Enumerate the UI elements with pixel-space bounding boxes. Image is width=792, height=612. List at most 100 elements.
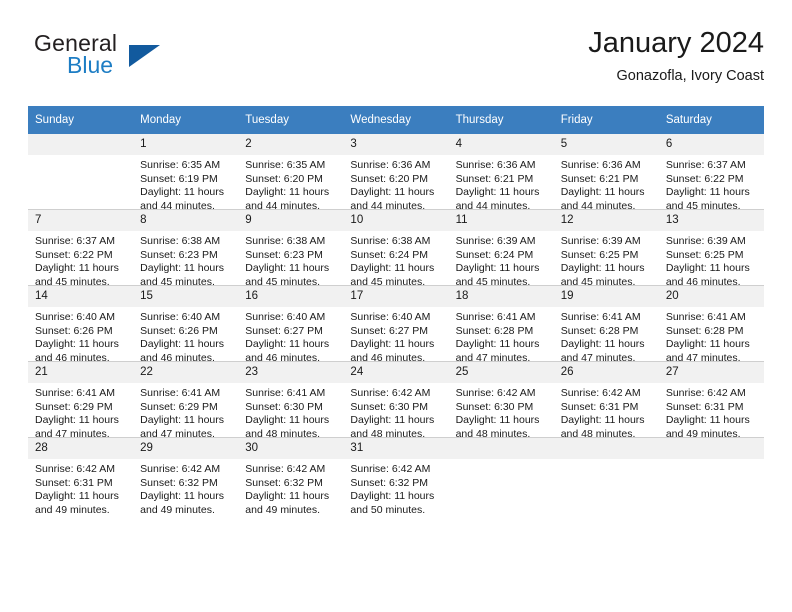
page-title: January 2024 xyxy=(588,27,764,59)
day-number: 5 xyxy=(553,134,659,155)
sunrise-text: Sunrise: 6:42 AM xyxy=(140,463,221,475)
day-cell[interactable] xyxy=(553,437,659,513)
weekday-header-sunday: Sunday xyxy=(28,106,134,134)
logo-triangle-icon xyxy=(129,45,160,67)
day-number: 21 xyxy=(28,362,134,383)
calendar-week-row: 7 Sunrise: 6:37 AM Sunset: 6:22 PM Daylight… xyxy=(28,209,764,288)
day-number: 19 xyxy=(553,286,659,307)
day-cell[interactable]: 24 Sunrise: 6:42 AM Sunset: 6:30 PM Dayligh… xyxy=(343,361,449,440)
sunrise-text: Sunrise: 6:40 AM xyxy=(140,311,221,323)
day-cell[interactable]: 26 Sunrise: 6:42 AM Sunset: 6:31 PM Dayligh… xyxy=(553,361,659,440)
day-cell[interactable]: 5 Sunrise: 6:36 AM Sunset: 6:21 PM Daylight… xyxy=(553,134,659,212)
sunset-text: Sunset: 6:27 PM xyxy=(245,324,323,337)
daylight-text-line1: Daylight: 11 hours xyxy=(455,262,540,275)
sunset-text: Sunset: 6:24 PM xyxy=(350,248,429,261)
day-cell[interactable]: 31 Sunrise: 6:42 AM Sunset: 6:32 PM Dayligh… xyxy=(343,437,449,516)
day-cell[interactable]: 19 Sunrise: 6:41 AM Sunset: 6:28 PM Dayligh… xyxy=(553,285,659,364)
day-number: 3 xyxy=(343,134,449,155)
day-cell[interactable]: 6 Sunrise: 6:37 AM Sunset: 6:22 PM Daylight… xyxy=(658,134,764,212)
daylight-text-line1: Daylight: 11 hours xyxy=(140,186,224,199)
sunrise-text: Sunrise: 6:36 AM xyxy=(350,159,431,171)
day-number: 9 xyxy=(238,210,344,231)
daylight-text-line1: Daylight: 11 hours xyxy=(560,338,645,351)
sunset-text: Sunset: 6:25 PM xyxy=(665,248,744,261)
sunset-text: Sunset: 6:31 PM xyxy=(560,400,639,413)
sunrise-text: Sunrise: 6:38 AM xyxy=(350,235,431,247)
day-number: 14 xyxy=(28,286,134,307)
sunrise-text: Sunrise: 6:41 AM xyxy=(35,387,115,399)
sunrise-text: Sunrise: 6:42 AM xyxy=(350,387,431,399)
day-number: 6 xyxy=(658,134,764,155)
day-cell[interactable]: 21 Sunrise: 6:41 AM Sunset: 6:29 PM Dayligh… xyxy=(28,361,134,440)
daylight-text-line1: Daylight: 11 hours xyxy=(35,414,119,427)
day-cell[interactable]: 10 Sunrise: 6:38 AM Sunset: 6:24 PM Dayligh… xyxy=(343,209,449,288)
day-cell[interactable]: 15 Sunrise: 6:40 AM Sunset: 6:26 PM Dayligh… xyxy=(133,285,239,364)
day-cell[interactable]: 2 Sunrise: 6:35 AM Sunset: 6:20 PM Daylight… xyxy=(238,134,344,212)
day-cell[interactable]: 28 Sunrise: 6:42 AM Sunset: 6:31 PM Dayligh… xyxy=(28,437,134,516)
day-number: 17 xyxy=(343,286,449,307)
page-header: General Blue January 2024 Gonazofla, Ivo… xyxy=(28,26,764,98)
sunset-text: Sunset: 6:22 PM xyxy=(665,172,744,185)
day-cell[interactable]: 22 Sunrise: 6:41 AM Sunset: 6:29 PM Dayligh… xyxy=(133,361,239,440)
sunset-text: Sunset: 6:20 PM xyxy=(245,172,323,185)
day-cell[interactable]: 3 Sunrise: 6:36 AM Sunset: 6:20 PM Daylight… xyxy=(343,134,449,212)
day-cell[interactable]: 14 Sunrise: 6:40 AM Sunset: 6:26 PM Dayligh… xyxy=(28,285,134,364)
sunrise-text: Sunrise: 6:41 AM xyxy=(245,387,326,399)
sunrise-text: Sunrise: 6:40 AM xyxy=(350,311,431,323)
sunset-text: Sunset: 6:21 PM xyxy=(560,172,639,185)
general-blue-logo[interactable]: General Blue xyxy=(34,30,234,92)
day-number: 30 xyxy=(238,438,344,459)
sunrise-text: Sunrise: 6:38 AM xyxy=(140,235,221,247)
day-cell[interactable]: 20 Sunrise: 6:41 AM Sunset: 6:28 PM Dayligh… xyxy=(658,285,764,364)
day-number: 27 xyxy=(658,362,764,383)
weekday-header-friday: Friday xyxy=(553,106,659,134)
daylight-text-line1: Daylight: 11 hours xyxy=(140,262,224,275)
day-cell[interactable]: 7 Sunrise: 6:37 AM Sunset: 6:22 PM Daylight… xyxy=(28,209,134,288)
day-number xyxy=(28,134,134,155)
day-cell[interactable]: 13 Sunrise: 6:39 AM Sunset: 6:25 PM Dayligh… xyxy=(658,209,764,288)
day-cell[interactable] xyxy=(658,437,764,513)
day-cell[interactable]: 17 Sunrise: 6:40 AM Sunset: 6:27 PM Dayligh… xyxy=(343,285,449,364)
day-cell[interactable]: 27 Sunrise: 6:42 AM Sunset: 6:31 PM Dayligh… xyxy=(658,361,764,440)
day-cell[interactable]: 8 Sunrise: 6:38 AM Sunset: 6:23 PM Daylight… xyxy=(133,209,239,288)
daylight-text-line1: Daylight: 11 hours xyxy=(140,338,224,351)
weekday-header-saturday: Saturday xyxy=(658,106,764,134)
day-number: 24 xyxy=(343,362,449,383)
sunrise-text: Sunrise: 6:42 AM xyxy=(350,463,431,475)
day-cell[interactable]: 18 Sunrise: 6:41 AM Sunset: 6:28 PM Dayligh… xyxy=(448,285,554,364)
sunrise-text: Sunrise: 6:37 AM xyxy=(35,235,115,247)
daylight-text-line1: Daylight: 11 hours xyxy=(245,414,330,427)
day-cell[interactable]: 23 Sunrise: 6:41 AM Sunset: 6:30 PM Dayligh… xyxy=(238,361,344,440)
sunset-text: Sunset: 6:23 PM xyxy=(245,248,323,261)
day-cell[interactable] xyxy=(28,134,134,210)
daylight-text-line2: and 49 minutes. xyxy=(35,503,110,516)
day-cell[interactable]: 1 Sunrise: 6:35 AM Sunset: 6:19 PM Daylight… xyxy=(133,134,239,212)
calendar-week-row: 28 Sunrise: 6:42 AM Sunset: 6:31 PM Dayligh… xyxy=(28,437,764,516)
sunset-text: Sunset: 6:29 PM xyxy=(35,400,113,413)
day-cell[interactable]: 12 Sunrise: 6:39 AM Sunset: 6:25 PM Dayligh… xyxy=(553,209,659,288)
daylight-text-line1: Daylight: 11 hours xyxy=(350,490,435,503)
daylight-text-line1: Daylight: 11 hours xyxy=(665,186,750,199)
sunrise-text: Sunrise: 6:41 AM xyxy=(140,387,221,399)
day-cell[interactable] xyxy=(448,437,554,513)
sunset-text: Sunset: 6:26 PM xyxy=(35,324,113,337)
weekday-header-thursday: Thursday xyxy=(448,106,554,134)
day-cell[interactable]: 11 Sunrise: 6:39 AM Sunset: 6:24 PM Dayligh… xyxy=(448,209,554,288)
sunrise-text: Sunrise: 6:36 AM xyxy=(560,159,641,171)
day-number: 10 xyxy=(343,210,449,231)
day-cell[interactable]: 30 Sunrise: 6:42 AM Sunset: 6:32 PM Dayligh… xyxy=(238,437,344,516)
daylight-text-line1: Daylight: 11 hours xyxy=(140,490,224,503)
day-cell[interactable]: 25 Sunrise: 6:42 AM Sunset: 6:30 PM Dayligh… xyxy=(448,361,554,440)
day-cell[interactable]: 29 Sunrise: 6:42 AM Sunset: 6:32 PM Dayligh… xyxy=(133,437,239,516)
day-number: 2 xyxy=(238,134,344,155)
sunset-text: Sunset: 6:22 PM xyxy=(35,248,113,261)
day-cell[interactable]: 9 Sunrise: 6:38 AM Sunset: 6:23 PM Daylight… xyxy=(238,209,344,288)
sunset-text: Sunset: 6:21 PM xyxy=(455,172,534,185)
day-cell[interactable]: 4 Sunrise: 6:36 AM Sunset: 6:21 PM Daylight… xyxy=(448,134,554,212)
day-cell[interactable]: 16 Sunrise: 6:40 AM Sunset: 6:27 PM Dayligh… xyxy=(238,285,344,364)
day-number: 22 xyxy=(133,362,239,383)
daylight-text-line1: Daylight: 11 hours xyxy=(245,490,330,503)
day-number: 11 xyxy=(448,210,554,231)
day-number xyxy=(553,438,659,459)
title-block: January 2024 Gonazofla, Ivory Coast xyxy=(588,26,764,86)
